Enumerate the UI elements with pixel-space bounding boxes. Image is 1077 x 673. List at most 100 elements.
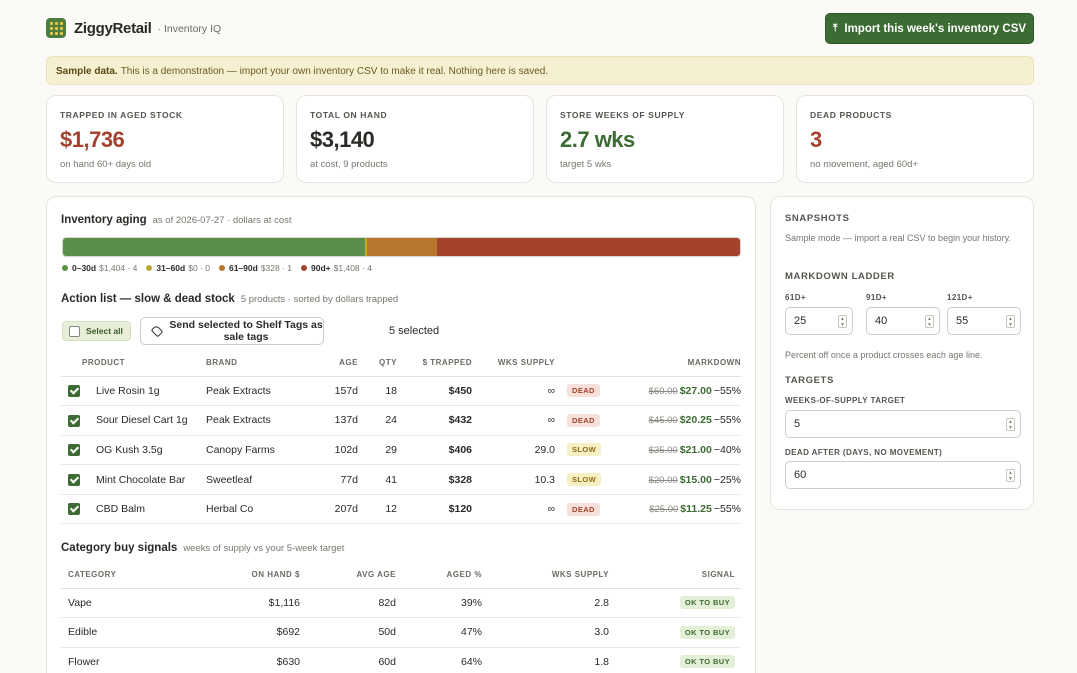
legend-label: 31–60d bbox=[156, 263, 186, 273]
col-wks-supply: WKS SUPPLY bbox=[472, 349, 555, 377]
spinner-icon[interactable]: ▲ ▼ bbox=[925, 315, 934, 328]
table-row[interactable]: OG Kush 3.5g Canopy Farms 102d 29 $406 29.0 SL… bbox=[61, 435, 741, 466]
col-wks-supply: WKS SUPPLY bbox=[482, 561, 609, 589]
banner-text: This is a demonstration — import your ow… bbox=[120, 66, 549, 77]
spinner-icon[interactable]: ▲ ▼ bbox=[838, 315, 847, 328]
action-list-title-text: Action list — slow & dead stock bbox=[61, 293, 235, 305]
table-row[interactable]: Vape $1,116 82d 39% 2.8 OK TO BUY bbox=[61, 588, 741, 619]
ladder-121-label: 121D+ bbox=[947, 293, 973, 302]
legend-meta: $328 · 1 bbox=[260, 263, 293, 273]
kpi-trapped-aged-stock: TRAPPED IN AGED STOCK $1,736 on hand 60+… bbox=[46, 95, 284, 183]
status-badge: DEAD bbox=[567, 502, 600, 516]
qty-cell: 12 bbox=[358, 494, 397, 525]
old-price: $25.00 bbox=[649, 504, 679, 516]
wos-target-label: WEEKS-OF-SUPPLY TARGET bbox=[785, 396, 906, 405]
aged-pct-cell: 64% bbox=[396, 647, 482, 673]
trapped-cell: $120 bbox=[397, 494, 472, 525]
age-cell: 137d bbox=[302, 405, 358, 436]
status-badge: DEAD bbox=[567, 384, 600, 398]
category-signals-title: Category buy signals weeks of supply vs y… bbox=[61, 542, 344, 554]
table-row[interactable]: Mint Chocolate Bar Sweetleaf 77d 41 $328 10.3… bbox=[61, 464, 741, 495]
qty-cell: 29 bbox=[358, 435, 397, 466]
aging-subtitle: as of 2026-07-27 · dollars at cost bbox=[152, 215, 292, 226]
checkbox-empty-icon bbox=[69, 325, 80, 337]
spinner-icon[interactable]: ▲ ▼ bbox=[1006, 315, 1015, 328]
sample-data-banner: Sample data. This is a demonstration — im… bbox=[46, 56, 1034, 85]
checkbox-checked-icon[interactable] bbox=[68, 414, 80, 427]
col-select bbox=[61, 349, 82, 377]
trapped-cell: $328 bbox=[397, 464, 472, 495]
new-price: $27.00 bbox=[679, 384, 712, 397]
dead-after-input[interactable]: 60 ▲ ▼ bbox=[785, 461, 1021, 489]
markdown-cell: $60.00 $27.00 −55% bbox=[609, 376, 741, 407]
ladder-91-input[interactable]: 40 ▲ ▼ bbox=[866, 307, 940, 335]
checkbox-checked-icon[interactable] bbox=[68, 503, 80, 516]
send-button-label: Send selected to Shelf Tags as sale tags bbox=[169, 319, 323, 343]
new-price: $15.00 bbox=[679, 473, 712, 486]
table-row[interactable]: Sour Diesel Cart 1g Peak Extracts 137d 24 $4… bbox=[61, 405, 741, 436]
send-to-shelf-tags-button[interactable]: Send selected to Shelf Tags as sale tags bbox=[140, 317, 324, 345]
snapshots-text: Sample mode — import a real CSV to begin… bbox=[785, 233, 1011, 243]
category-cell: Flower bbox=[61, 647, 196, 673]
action-list-table: PRODUCT BRAND AGE QTY $ TRAPPED WKS SUPP… bbox=[61, 349, 741, 525]
kpi-label: TRAPPED IN AGED STOCK bbox=[60, 110, 183, 120]
legend-meta: $0 · 0 bbox=[188, 263, 210, 273]
row-select[interactable] bbox=[61, 494, 82, 525]
on-hand-cell: $692 bbox=[196, 617, 300, 648]
brand-cell: Canopy Farms bbox=[206, 435, 302, 466]
row-select[interactable] bbox=[61, 405, 82, 436]
table-row[interactable]: Live Rosin 1g Peak Extracts 157d 18 $450 ∞ DEA… bbox=[61, 376, 741, 407]
kpi-sub: at cost, 9 products bbox=[310, 159, 388, 170]
kpi-value: $3,140 bbox=[310, 127, 375, 152]
select-all-checkbox[interactable]: Select all bbox=[62, 321, 131, 341]
category-table: CATEGORY ON HAND $ AVG AGE AGED % WKS SU… bbox=[61, 561, 741, 673]
selected-count: 5 selected bbox=[389, 325, 440, 337]
spinner-icon[interactable]: ▲ ▼ bbox=[1006, 469, 1015, 482]
wks-supply-cell: 10.3 bbox=[472, 464, 555, 495]
import-csv-button[interactable]: ⤒ Import this week's inventory CSV bbox=[825, 13, 1034, 44]
legend-meta: $1,408 · 4 bbox=[333, 263, 372, 273]
signal-badge: OK TO BUY bbox=[679, 655, 735, 669]
col-brand: BRAND bbox=[206, 349, 302, 377]
row-select[interactable] bbox=[61, 435, 82, 466]
age-cell: 157d bbox=[302, 376, 358, 407]
avg-age-cell: 60d bbox=[300, 647, 396, 673]
legend-dot-icon bbox=[218, 265, 225, 271]
wos-target-input[interactable]: 5 ▲ ▼ bbox=[785, 410, 1021, 438]
brand[interactable]: ZiggyRetail · Inventory IQ bbox=[46, 18, 221, 38]
markdown-pct: −55% bbox=[713, 384, 741, 397]
old-price: $20.00 bbox=[648, 474, 678, 486]
brand-cell: Peak Extracts bbox=[206, 376, 302, 407]
status-badge: SLOW bbox=[567, 443, 602, 457]
table-row[interactable]: Flower $630 60d 64% 1.8 OK TO BUY bbox=[61, 647, 741, 673]
ladder-121-input[interactable]: 55 ▲ ▼ bbox=[947, 307, 1021, 335]
checkbox-checked-icon[interactable] bbox=[68, 444, 80, 457]
action-list-subtitle: 5 products · sorted by dollars trapped bbox=[240, 294, 399, 305]
table-row[interactable]: CBD Balm Herbal Co 207d 12 $120 ∞ DEAD $25.00 $1… bbox=[61, 494, 741, 525]
kpi-total-on-hand: TOTAL ON HAND $3,140 at cost, 9 products bbox=[296, 95, 534, 183]
checkbox-checked-icon[interactable] bbox=[68, 473, 80, 486]
aging-segment bbox=[63, 238, 365, 256]
spinner-icon[interactable]: ▲ ▼ bbox=[1006, 418, 1015, 431]
age-cell: 207d bbox=[302, 494, 358, 525]
wks-supply-cell: 29.0 bbox=[472, 435, 555, 466]
row-select[interactable] bbox=[61, 376, 82, 407]
import-csv-label: Import this week's inventory CSV bbox=[844, 22, 1027, 35]
checkbox-checked-icon[interactable] bbox=[68, 384, 80, 397]
ladder-note: Percent off once a product crosses each … bbox=[785, 350, 983, 360]
brand-cell: Herbal Co bbox=[206, 494, 302, 525]
legend-item: 61–90d $328 · 1 bbox=[218, 263, 293, 273]
brand-cell: Sweetleaf bbox=[206, 464, 302, 495]
tag-icon bbox=[150, 324, 164, 338]
ladder-61-input[interactable]: 25 ▲ ▼ bbox=[785, 307, 853, 335]
signal-cell: OK TO BUY bbox=[609, 617, 741, 648]
row-select[interactable] bbox=[61, 464, 82, 495]
markdown-pct: −40% bbox=[713, 443, 741, 456]
markdown-cell: $25.00 $11.25 −55% bbox=[609, 494, 741, 525]
col-markdown: MARKDOWN bbox=[609, 349, 741, 377]
legend-item: 90d+ $1,408 · 4 bbox=[301, 263, 372, 273]
table-row[interactable]: Edible $692 50d 47% 3.0 OK TO BUY bbox=[61, 617, 741, 648]
age-cell: 102d bbox=[302, 435, 358, 466]
dead-after-label: DEAD AFTER (DAYS, NO MOVEMENT) bbox=[785, 448, 943, 457]
status-cell: DEAD bbox=[555, 376, 609, 407]
